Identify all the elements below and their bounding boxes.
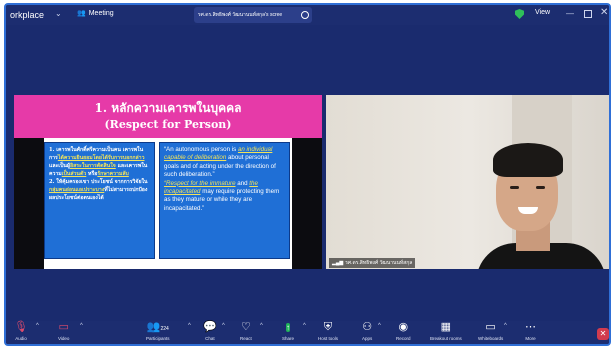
slide-text: and (235, 179, 250, 187)
heart-icon: ♡ (240, 321, 251, 333)
participants-caret-icon[interactable]: ^ (188, 323, 191, 329)
slide-title-english: (Respect for Person) (104, 118, 232, 131)
slide-highlight: เป็นส่วนตัว (61, 171, 87, 177)
whiteboards-label: Whiteboards (478, 336, 504, 341)
video-button[interactable]: ▭ Video (58, 321, 69, 341)
shield-icon: ⛨ (323, 321, 333, 333)
maximize-icon[interactable] (584, 10, 592, 18)
slide-highlight: กลุ่มคนอ่อนแอเปราะบาง (49, 187, 105, 193)
meeting-label: Meeting (88, 9, 114, 17)
more-dots-icon: ⋯ (525, 321, 536, 333)
muted-mic-icon: 🎙 (14, 321, 28, 333)
slide-right-panel: “An autonomous person is an individual c… (159, 142, 290, 259)
apps-label: Apps (362, 336, 373, 341)
breakout-rooms-button[interactable]: ▦ Breakout rooms (430, 321, 462, 341)
whiteboards-button[interactable]: ▭ Whiteboards (478, 321, 503, 341)
participants-button[interactable]: 👥224 Participants (146, 321, 170, 341)
chat-label: Chat (205, 336, 215, 341)
share-arrow-icon: ↑ (286, 323, 290, 332)
apps-icon: ⚇ (362, 321, 373, 333)
share-caret-icon[interactable]: ^ (303, 323, 306, 329)
breakout-label: Breakout rooms (430, 336, 462, 341)
close-icon[interactable]: ✕ (600, 7, 608, 18)
audio-caret-icon[interactable]: ^ (36, 323, 39, 329)
slide-header: 1. หลักความเคารพในบุคคล (Respect for Per… (14, 95, 322, 138)
participant-name: รศ.ดร.สิทธิพงศ์ วัฒนานนท์สกุล (345, 260, 413, 266)
slide-text: และเป็นผู้ (49, 163, 70, 169)
person-hair (493, 143, 563, 177)
minimize-icon[interactable]: — (566, 9, 574, 18)
slide-margin-left (14, 138, 44, 269)
participant-video[interactable]: ▂▄▆ รศ.ดร.สิทธิพงศ์ วัฒนานนท์สกุล (326, 95, 609, 269)
meeting-toolbar: 🎙 Audio ^ ▭ Video ^ 👥224 Participants ^ … (6, 321, 609, 344)
share-button[interactable]: ↑ Share (282, 321, 294, 341)
signal-bars-icon: ▂▄▆ (332, 260, 344, 266)
slide-left-panel: 1. เคารพในศักดิ์ศรีความเป็นคน เคารพในการ… (44, 142, 155, 259)
zoom-window: orkplace ⌄ 👥 Meeting รศ.ดร.สิทธิพงศ์ วัฒ… (4, 3, 611, 346)
person-eye (510, 186, 519, 189)
chat-button[interactable]: 💬 Chat (203, 321, 217, 341)
view-button[interactable]: View (535, 9, 550, 16)
slide-highlight: ได้ความยินยอมโดยได้รับการบอกกล่าว (57, 155, 145, 161)
slide-text: 2. ให้คุ้มครองเขา ประโยชน์ จากการวิจัยใน (49, 179, 148, 185)
more-label: More (525, 336, 536, 341)
chat-icon: 💬 (203, 321, 217, 333)
grid-icon: ▦ (440, 321, 452, 333)
host-tools-button[interactable]: ⛨ Host tools (318, 321, 338, 341)
slide-highlight: รักษาความลับ (97, 171, 129, 177)
audio-button[interactable]: 🎙 Audio (14, 321, 28, 341)
tab-options-icon[interactable] (301, 11, 309, 19)
person-eye (536, 186, 545, 189)
app-name: orkplace (10, 10, 45, 20)
host-tools-label: Host tools (318, 336, 339, 341)
participants-icon: 👥224 (146, 321, 169, 333)
chat-caret-icon[interactable]: ^ (222, 323, 225, 329)
record-label: Record (396, 336, 411, 341)
apps-caret-icon[interactable]: ^ (378, 323, 381, 329)
whiteboards-caret-icon[interactable]: ^ (504, 323, 507, 329)
video-caret-icon[interactable]: ^ (80, 323, 83, 329)
shared-screen: 1. หลักความเคารพในบุคคล (Respect for Per… (14, 95, 322, 269)
participant-name-tag: ▂▄▆ รศ.ดร.สิทธิพงศ์ วัฒนานนท์สกุล (329, 258, 416, 268)
end-meeting-icon: ✕ (597, 328, 609, 340)
whiteboard-icon: ▭ (485, 321, 496, 333)
more-button[interactable]: ⋯ More (525, 321, 536, 341)
participants-label: Participants (146, 336, 170, 341)
react-label: React (240, 336, 252, 341)
video-off-icon: ▭ (58, 321, 69, 333)
slide-text: “An autonomous person is (164, 146, 238, 153)
meeting-menu[interactable]: 👥 Meeting (77, 9, 114, 18)
slide-highlight: อิสระในการตัดสินใจ (69, 163, 116, 169)
record-icon: ◉ (398, 321, 409, 333)
people-icon: 👥 (77, 10, 86, 17)
chevron-down-icon[interactable]: ⌄ (55, 9, 62, 18)
slide-margin-right (292, 138, 322, 269)
audio-label: Audio (15, 336, 27, 341)
screen-share-tab[interactable]: รศ.ดร.สิทธิพงศ์ วัฒนานนท์สกุล's scree (194, 7, 312, 23)
title-bar: orkplace ⌄ 👥 Meeting รศ.ดร.สิทธิพงศ์ วัฒ… (6, 5, 609, 25)
video-label: Video (58, 336, 70, 341)
apps-button[interactable]: ⚇ Apps (362, 321, 372, 341)
react-caret-icon[interactable]: ^ (260, 323, 263, 329)
end-button[interactable]: ✕ (597, 328, 609, 340)
react-button[interactable]: ♡ React (240, 321, 252, 341)
slide-highlight: “Respect for the immature (164, 179, 236, 187)
security-shield-icon[interactable] (515, 9, 524, 19)
tab-title: รศ.ดร.สิทธิพงศ์ วัฒนานนท์สกุล's scree (198, 12, 283, 18)
share-label: Share (282, 336, 295, 341)
participants-count: 224 (160, 326, 169, 332)
slide-title-thai: 1. หลักความเคารพในบุคคล (94, 101, 242, 115)
record-button[interactable]: ◉ Record (396, 321, 411, 341)
slide-text: หรือ (86, 171, 98, 177)
